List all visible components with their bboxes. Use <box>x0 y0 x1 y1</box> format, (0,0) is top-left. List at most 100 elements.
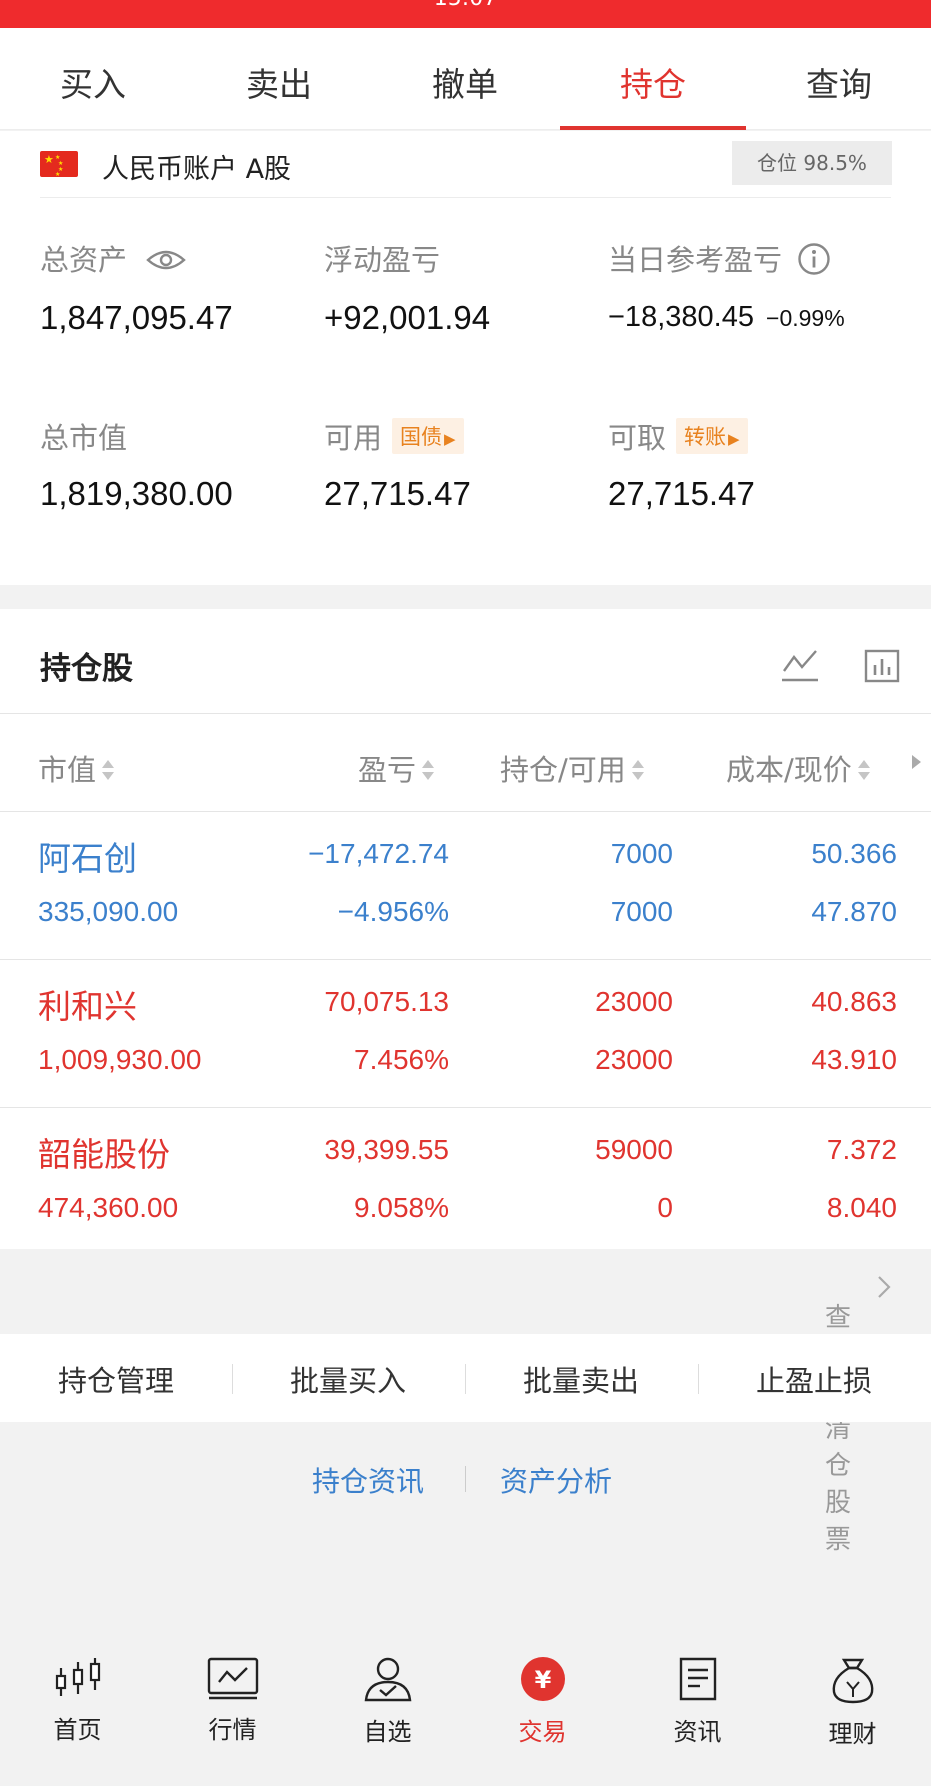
stock-position: 23000 <box>595 986 673 1017</box>
divider <box>465 1466 466 1492</box>
sort-icon <box>420 758 435 782</box>
status-bar: 15:07 <box>0 0 931 28</box>
column-header-label: 市值 <box>38 753 97 787</box>
batch-sell-button[interactable]: 批量卖出 <box>465 1358 697 1400</box>
tab-query[interactable]: 查询 <box>746 58 931 106</box>
daily-pl-label: 当日参考盈亏 <box>608 237 831 279</box>
nav-label: 资讯 <box>673 1718 722 1746</box>
table-row[interactable]: 阿石创 335,090.00 −17,472.74 −4.956% 7000 7… <box>0 812 931 960</box>
money-bag-icon <box>832 1658 873 1704</box>
china-flag-icon: ★ ★ ★ ★ ★ <box>40 151 78 178</box>
position-management-button[interactable]: 持仓管理 <box>0 1358 232 1400</box>
column-header-label: 盈亏 <box>358 753 417 787</box>
nav-news[interactable]: 资讯 <box>620 1656 775 1747</box>
stock-pl: 39,399.55 <box>324 1134 449 1165</box>
stock-cost: 40.863 <box>811 986 897 1017</box>
cleared-stocks-row: 查看已清仓股票 <box>0 1249 931 1555</box>
batch-buy-button[interactable]: 批量买入 <box>232 1358 464 1400</box>
stock-position: 7000 <box>610 838 673 869</box>
bar-chart-icon[interactable] <box>864 647 900 683</box>
account-name[interactable]: 人民币账户 A股 <box>102 147 291 186</box>
scroll-right-arrow-icon[interactable] <box>912 755 921 769</box>
sort-icon <box>856 758 870 782</box>
transfer-pill-label: 转账 <box>684 425 727 449</box>
user-check-icon <box>364 1657 411 1702</box>
total-assets-label: 总资产 <box>40 237 187 279</box>
treasury-bond-pill[interactable]: 国债 ▶ <box>392 418 464 454</box>
sort-icon <box>100 758 115 782</box>
table-row[interactable]: 韶能股份 474,360.00 39,399.55 9.058% 59000 0… <box>0 1108 931 1256</box>
nav-market[interactable]: 行情 <box>155 1656 310 1745</box>
stock-position: 59000 <box>595 1134 673 1165</box>
nav-label: 交易 <box>518 1718 567 1746</box>
stock-name: 利和兴 <box>38 987 137 1026</box>
daily-pl-amount: −18,380.45 <box>608 301 754 333</box>
stock-market-value: 1,009,930.00 <box>38 1044 202 1075</box>
take-profit-stop-loss-button[interactable]: 止盈止损 <box>698 1358 930 1400</box>
stock-market-value: 335,090.00 <box>38 896 179 927</box>
divider <box>40 197 891 198</box>
active-tab-indicator <box>560 126 746 130</box>
stock-cost: 7.372 <box>826 1134 897 1165</box>
cleared-stocks-link[interactable]: 查看已清仓股票 <box>825 1273 891 1555</box>
tab-positions[interactable]: 持仓 <box>560 58 746 106</box>
total-assets-value: 1,847,095.47 <box>40 299 233 336</box>
table-row[interactable]: 利和兴 1,009,930.00 70,075.13 7.456% 23000 … <box>0 960 931 1108</box>
column-header-pl[interactable]: 盈亏 <box>358 747 435 789</box>
withdrawable-label: 可取 转账 ▶ <box>608 415 748 457</box>
stock-name: 韶能股份 <box>38 1135 170 1174</box>
stock-price: 43.910 <box>811 1044 897 1075</box>
nav-watchlist[interactable]: 自选 <box>310 1656 465 1747</box>
stock-name: 阿石创 <box>38 839 137 878</box>
play-arrow-icon: ▶ <box>728 430 740 448</box>
available-label-text: 可用 <box>324 421 383 455</box>
transfer-pill[interactable]: 转账 ▶ <box>676 418 748 454</box>
daily-pl-value: −18,380.45 −0.99% <box>608 301 845 334</box>
info-icon[interactable] <box>797 242 831 276</box>
withdrawable-value: 27,715.47 <box>608 475 755 512</box>
divider <box>0 713 931 714</box>
daily-pl-percent: −0.99% <box>766 305 845 331</box>
tab-cancel-order[interactable]: 撤单 <box>372 58 558 106</box>
column-header-label: 持仓/可用 <box>500 753 626 787</box>
eye-icon[interactable] <box>146 247 187 273</box>
available-value: 27,715.47 <box>324 475 471 512</box>
play-arrow-icon: ▶ <box>444 430 456 448</box>
stock-pl-percent: 7.456% <box>354 1044 449 1075</box>
tab-sell[interactable]: 卖出 <box>186 58 372 106</box>
market-value-value: 1,819,380.00 <box>40 475 233 512</box>
document-icon <box>679 1657 716 1701</box>
chevron-right-icon <box>878 1276 891 1298</box>
stock-pl: −17,472.74 <box>308 838 449 869</box>
status-time: 15:07 <box>0 0 931 11</box>
withdrawable-label-text: 可取 <box>608 421 667 455</box>
asset-analysis-link[interactable]: 资产分析 <box>500 1460 612 1500</box>
floating-pl-label: 浮动盈亏 <box>324 243 441 277</box>
column-header-label: 成本/现价 <box>726 753 852 787</box>
column-header-position[interactable]: 持仓/可用 <box>500 747 644 789</box>
stock-price: 47.870 <box>811 896 897 927</box>
nav-wealth[interactable]: 理财 <box>775 1656 930 1749</box>
available-label: 可用 国债 ▶ <box>324 415 464 457</box>
stock-available: 23000 <box>595 1044 673 1075</box>
holdings-section: 持仓股 市值 盈亏 持仓/可用 成本/现价 阿石创 335,090.00 −17… <box>0 609 931 1249</box>
yen-icon: ¥ <box>520 1657 565 1701</box>
stock-pl-percent: 9.058% <box>354 1192 449 1223</box>
market-value-label: 总市值 <box>40 421 128 455</box>
svg-text:¥: ¥ <box>534 1666 551 1694</box>
nav-trade[interactable]: ¥ 交易 <box>465 1656 620 1747</box>
stock-market-value: 474,360.00 <box>38 1192 179 1223</box>
column-header-market-value[interactable]: 市值 <box>38 747 115 789</box>
stock-pl-percent: −4.956% <box>337 896 449 927</box>
nav-home[interactable]: 首页 <box>0 1656 155 1745</box>
line-chart-icon[interactable] <box>782 647 818 683</box>
position-news-link[interactable]: 持仓资讯 <box>312 1460 424 1500</box>
daily-pl-label-text: 当日参考盈亏 <box>608 243 783 277</box>
candlestick-icon <box>55 1658 100 1696</box>
stock-available: 7000 <box>610 896 673 927</box>
stock-price: 8.040 <box>826 1192 897 1223</box>
column-header-cost-price[interactable]: 成本/现价 <box>726 747 870 789</box>
info-links: 持仓资讯 资产分析 <box>0 1448 931 1508</box>
tab-buy[interactable]: 买入 <box>0 58 186 106</box>
stock-pl: 70,075.13 <box>324 986 449 1017</box>
